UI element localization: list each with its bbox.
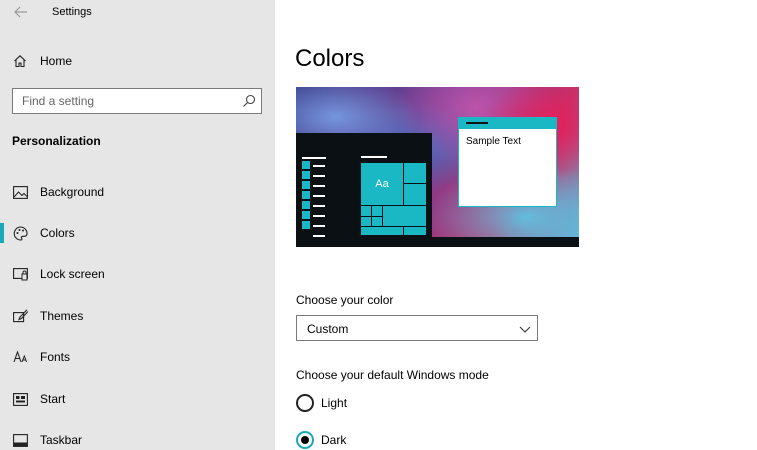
- palette-icon: [12, 225, 28, 241]
- preview-tile: [403, 162, 427, 184]
- preview-window-titlebar: [459, 118, 556, 129]
- preview-tile-aa: Aa: [361, 163, 403, 205]
- preview-line: [302, 157, 326, 159]
- preview-tile: [371, 205, 383, 217]
- brush-icon: [12, 308, 28, 324]
- preview-taskbar: [296, 237, 579, 247]
- choose-color-dropdown[interactable]: Custom: [296, 315, 538, 341]
- page-title: Colors: [295, 45, 365, 72]
- picture-icon: [12, 184, 28, 200]
- back-arrow-icon: [14, 6, 27, 18]
- lock-screen-icon: [12, 266, 28, 282]
- search-box[interactable]: [12, 88, 262, 114]
- preview-line: [361, 156, 387, 158]
- preview-tile: [403, 183, 427, 206]
- preview-tile: [371, 216, 383, 227]
- home-icon: [12, 53, 28, 69]
- sidebar-item-themes[interactable]: Themes: [0, 302, 275, 330]
- dropdown-value: Custom: [307, 322, 349, 336]
- sidebar-item-background[interactable]: Background: [0, 178, 275, 206]
- section-heading: Personalization: [12, 134, 101, 148]
- sidebar-item-home[interactable]: Home: [0, 49, 275, 73]
- sidebar-item-label: Colors: [40, 226, 75, 240]
- radio-label: Light: [321, 396, 348, 410]
- taskbar-icon: [12, 432, 28, 448]
- preview-sample-text: Sample Text: [466, 136, 521, 147]
- font-icon: [12, 349, 28, 365]
- sidebar-item-label: Background: [40, 185, 105, 199]
- preview-tile: [360, 226, 404, 236]
- sidebar-item-label: Fonts: [40, 350, 71, 364]
- selection-indicator: [0, 223, 4, 243]
- back-button[interactable]: [10, 3, 32, 21]
- chevron-down-icon: [519, 326, 531, 333]
- choose-color-label: Choose your color: [296, 293, 394, 307]
- sidebar-item-label: Lock screen: [40, 267, 105, 281]
- radio-light[interactable]: Light: [296, 394, 416, 414]
- sidebar-item-lock-screen[interactable]: Lock screen: [0, 260, 275, 288]
- sidebar: Settings Home Personalization: [0, 0, 275, 450]
- sidebar-item-start[interactable]: Start: [0, 385, 275, 413]
- preview-tile: [360, 216, 372, 227]
- main-content: Colors Aa Sample Text Choose your color …: [275, 0, 757, 450]
- sidebar-item-label: Home: [40, 54, 73, 68]
- title-bar: Settings: [0, 0, 275, 26]
- sidebar-item-colors[interactable]: Colors: [0, 219, 275, 247]
- app-title: Settings: [52, 6, 92, 18]
- radio-button[interactable]: [296, 431, 314, 449]
- sidebar-item-label: Themes: [40, 309, 84, 323]
- preview-sample-window: Sample Text: [458, 117, 557, 207]
- preview-tile: [360, 205, 372, 217]
- sidebar-item-label: Taskbar: [40, 433, 83, 447]
- preview-tile: [403, 226, 427, 236]
- preview-app-list: [313, 165, 325, 245]
- windows-mode-label: Choose your default Windows mode: [296, 368, 489, 382]
- radio-label: Dark: [321, 433, 347, 447]
- preview-strip: [302, 161, 310, 239]
- radio-button[interactable]: [296, 394, 314, 412]
- search-icon[interactable]: [242, 94, 256, 108]
- sidebar-item-label: Start: [40, 392, 66, 406]
- sidebar-item-fonts[interactable]: Fonts: [0, 343, 275, 371]
- start-icon: [12, 391, 28, 407]
- settings-window: Settings Home Personalization: [0, 0, 757, 450]
- color-preview: Aa Sample Text: [296, 87, 579, 247]
- sidebar-item-taskbar[interactable]: Taskbar: [0, 426, 275, 450]
- radio-dark[interactable]: Dark: [296, 431, 416, 450]
- preview-start-menu: Aa: [296, 133, 432, 237]
- preview-tile: [382, 205, 427, 227]
- search-input[interactable]: [13, 89, 235, 113]
